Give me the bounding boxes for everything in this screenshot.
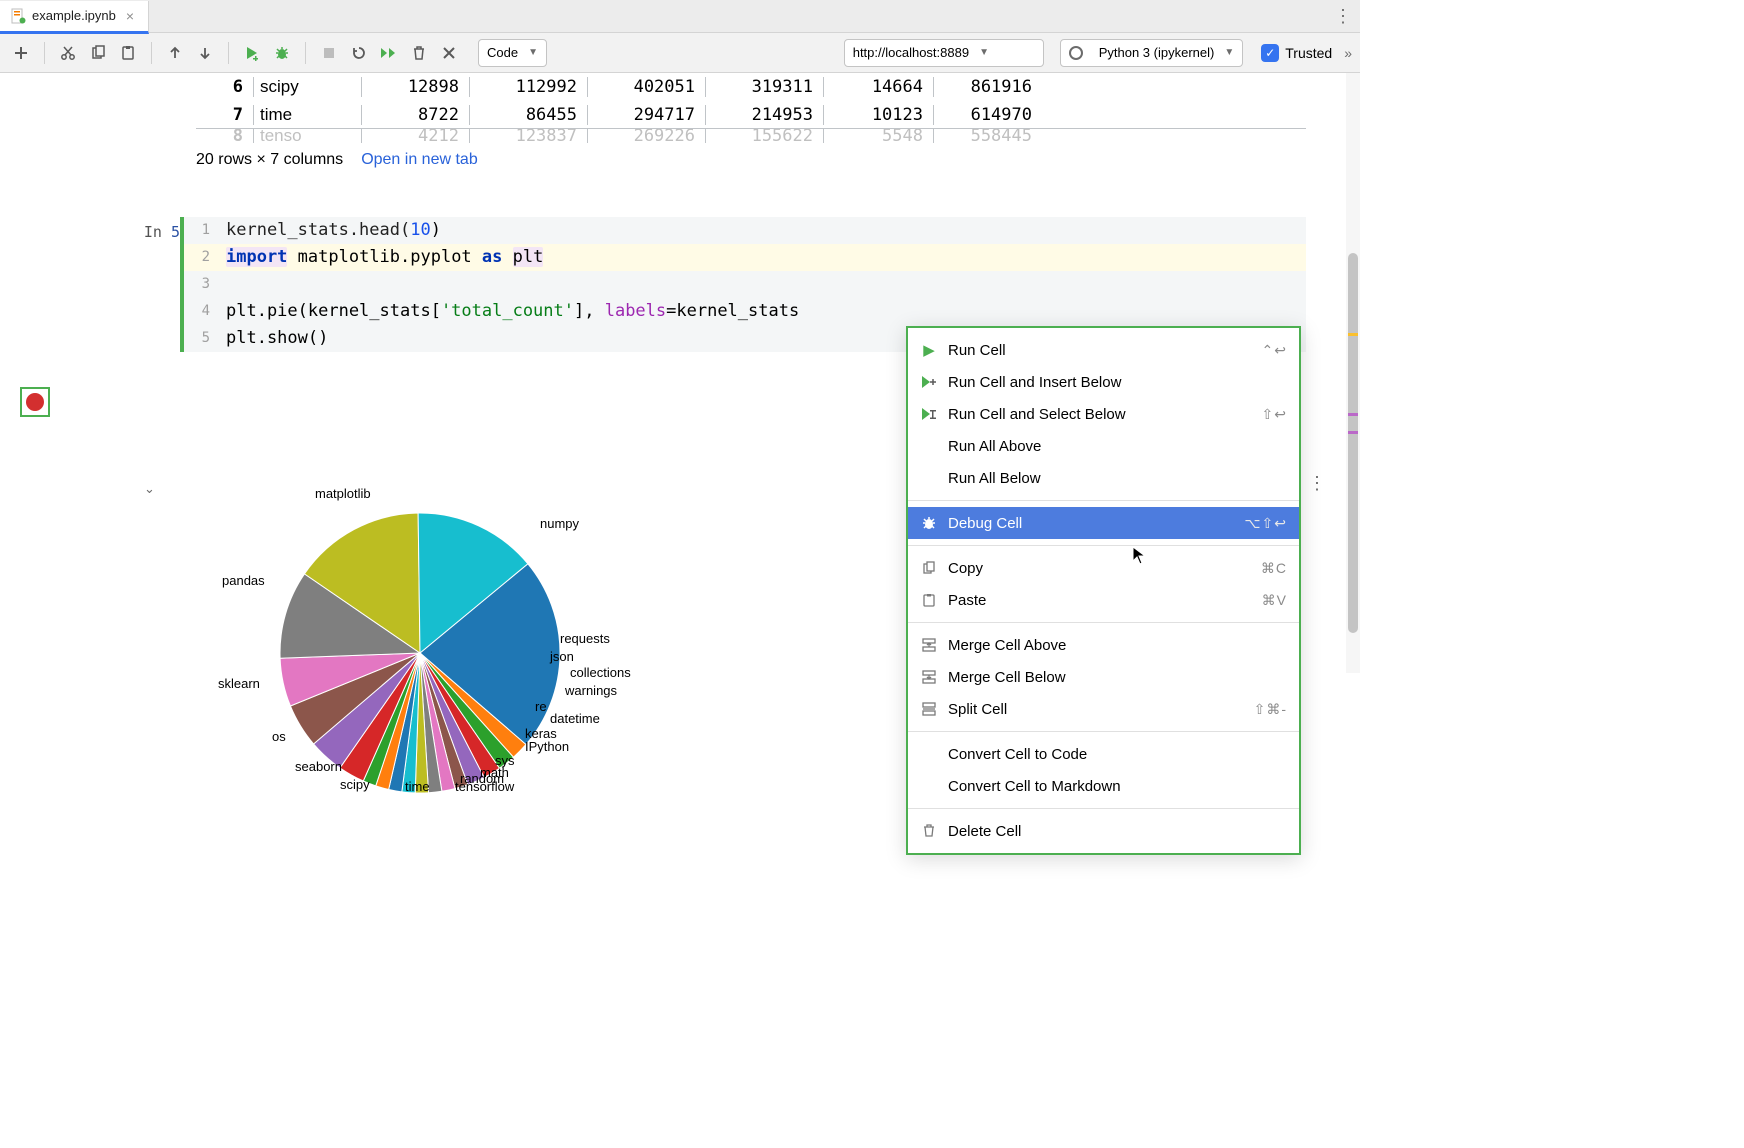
- cell-context-menu: ▶Run Cell ⌃↩ Run Cell and Insert Below R…: [906, 326, 1301, 855]
- svg-text:IPython: IPython: [525, 739, 569, 754]
- pie-chart-output: numpy requests jsoncollections warnings reda…: [200, 473, 640, 823]
- trusted-toggle[interactable]: ✓ Trusted: [1261, 44, 1332, 62]
- breakpoint-marker[interactable]: [20, 387, 50, 417]
- move-down-button[interactable]: [192, 40, 218, 66]
- menu-merge-above[interactable]: Merge Cell Above: [908, 629, 1299, 661]
- server-select[interactable]: http://localhost:8889 ▼: [844, 39, 1044, 67]
- kernel-label: Python 3 (ipykernel): [1099, 45, 1215, 60]
- menu-split-cell[interactable]: Split Cell ⇧⌘-: [908, 693, 1299, 725]
- cell-more-icon[interactable]: ⋮: [1308, 473, 1326, 494]
- mouse-cursor-icon: [1132, 546, 1146, 564]
- tab-title: example.ipynb: [32, 8, 116, 23]
- add-cell-button[interactable]: [8, 40, 34, 66]
- cell-prompt: In 5: [12, 217, 180, 352]
- clear-output-button[interactable]: [436, 40, 462, 66]
- split-icon: [920, 702, 938, 716]
- merge-down-icon: [920, 670, 938, 684]
- stop-button[interactable]: [316, 40, 342, 66]
- menu-run-all-above[interactable]: Run All Above: [908, 430, 1299, 462]
- svg-text:collections: collections: [570, 665, 631, 680]
- restart-button[interactable]: [346, 40, 372, 66]
- tab-bar: example.ipynb × ⋮: [0, 0, 1360, 33]
- tab-close-icon[interactable]: ×: [122, 8, 138, 24]
- menu-run-all-below[interactable]: Run All Below: [908, 462, 1299, 494]
- dataframe-output: 6 scipy 12898 112992 402051 319311 14664…: [196, 73, 1306, 143]
- chevron-down-icon: ▼: [1224, 47, 1234, 58]
- cell-type-select[interactable]: Code ▼: [478, 39, 547, 67]
- play-plus-icon: [920, 375, 938, 389]
- menu-delete-cell[interactable]: Delete Cell: [908, 815, 1299, 847]
- svg-text:tensorflow: tensorflow: [455, 779, 515, 794]
- delete-cell-button[interactable]: [406, 40, 432, 66]
- table-row: 7 time 8722 86455 294717 214953 10123 61…: [196, 101, 1306, 129]
- menu-run-select-below[interactable]: Run Cell and Select Below ⇧↩: [908, 398, 1299, 430]
- cell-type-label: Code: [487, 45, 518, 60]
- debug-button[interactable]: [269, 40, 295, 66]
- svg-text:sklearn: sklearn: [218, 676, 260, 691]
- editor-markers: [1346, 73, 1360, 773]
- toolbar-more-icon[interactable]: »: [1344, 45, 1352, 61]
- svg-text:time: time: [405, 779, 430, 794]
- notebook-file-icon: [10, 8, 26, 24]
- run-cell-button[interactable]: [239, 40, 265, 66]
- svg-text:os: os: [272, 729, 286, 744]
- chevron-down-icon: ▼: [528, 47, 538, 58]
- menu-convert-markdown[interactable]: Convert Cell to Markdown: [908, 770, 1299, 802]
- paste-button[interactable]: [115, 40, 141, 66]
- merge-up-icon: [920, 638, 938, 652]
- svg-text:numpy: numpy: [540, 516, 580, 531]
- run-all-button[interactable]: [376, 40, 402, 66]
- svg-text:datetime: datetime: [550, 711, 600, 726]
- open-in-new-tab-link[interactable]: Open in new tab: [361, 151, 478, 169]
- editor-tab[interactable]: example.ipynb ×: [0, 1, 149, 34]
- svg-text:json: json: [549, 649, 574, 664]
- svg-text:requests: requests: [560, 631, 610, 646]
- chevron-down-icon: ▼: [979, 47, 989, 58]
- kernel-select[interactable]: Python 3 (ipykernel) ▼: [1060, 39, 1244, 67]
- bug-icon: [920, 515, 938, 531]
- menu-convert-code[interactable]: Convert Cell to Code: [908, 738, 1299, 770]
- play-cursor-icon: [920, 407, 938, 421]
- menu-copy[interactable]: Copy ⌘C: [908, 552, 1299, 584]
- svg-text:scipy: scipy: [340, 777, 370, 792]
- kernel-status-icon: [1069, 46, 1083, 60]
- menu-merge-below[interactable]: Merge Cell Below: [908, 661, 1299, 693]
- menu-run-cell[interactable]: ▶Run Cell ⌃↩: [908, 334, 1299, 366]
- chevron-down-icon[interactable]: ⌄: [144, 481, 155, 497]
- move-up-button[interactable]: [162, 40, 188, 66]
- breakpoint-icon: [26, 393, 44, 411]
- copy-icon: [920, 561, 938, 575]
- notebook-toolbar: Code ▼ http://localhost:8889 ▼ Python 3 …: [0, 33, 1360, 73]
- svg-text:seaborn: seaborn: [295, 759, 342, 774]
- dataframe-footer: 20 rows × 7 columns Open in new tab: [196, 151, 478, 169]
- svg-text:warnings: warnings: [564, 683, 618, 698]
- cut-button[interactable]: [55, 40, 81, 66]
- svg-text:re: re: [535, 699, 547, 714]
- server-label: http://localhost:8889: [853, 45, 969, 60]
- play-icon: ▶: [920, 341, 938, 359]
- menu-debug-cell[interactable]: Debug Cell ⌥⇧↩: [908, 507, 1299, 539]
- svg-text:pandas: pandas: [222, 573, 265, 588]
- trusted-label: Trusted: [1285, 45, 1332, 61]
- trash-icon: [920, 823, 938, 839]
- dataframe-shape: 20 rows × 7 columns: [196, 151, 343, 169]
- tabs-more-icon[interactable]: ⋮: [1334, 0, 1352, 33]
- checkbox-checked-icon: ✓: [1261, 44, 1279, 62]
- menu-paste[interactable]: Paste ⌘V: [908, 584, 1299, 616]
- table-row: 8 tenso 4212 123837 269226 155622 5548 5…: [196, 129, 1306, 143]
- menu-run-insert-below[interactable]: Run Cell and Insert Below: [908, 366, 1299, 398]
- paste-icon: [920, 593, 938, 607]
- table-row: 6 scipy 12898 112992 402051 319311 14664…: [196, 73, 1306, 101]
- copy-button[interactable]: [85, 40, 111, 66]
- svg-text:matplotlib: matplotlib: [315, 486, 371, 501]
